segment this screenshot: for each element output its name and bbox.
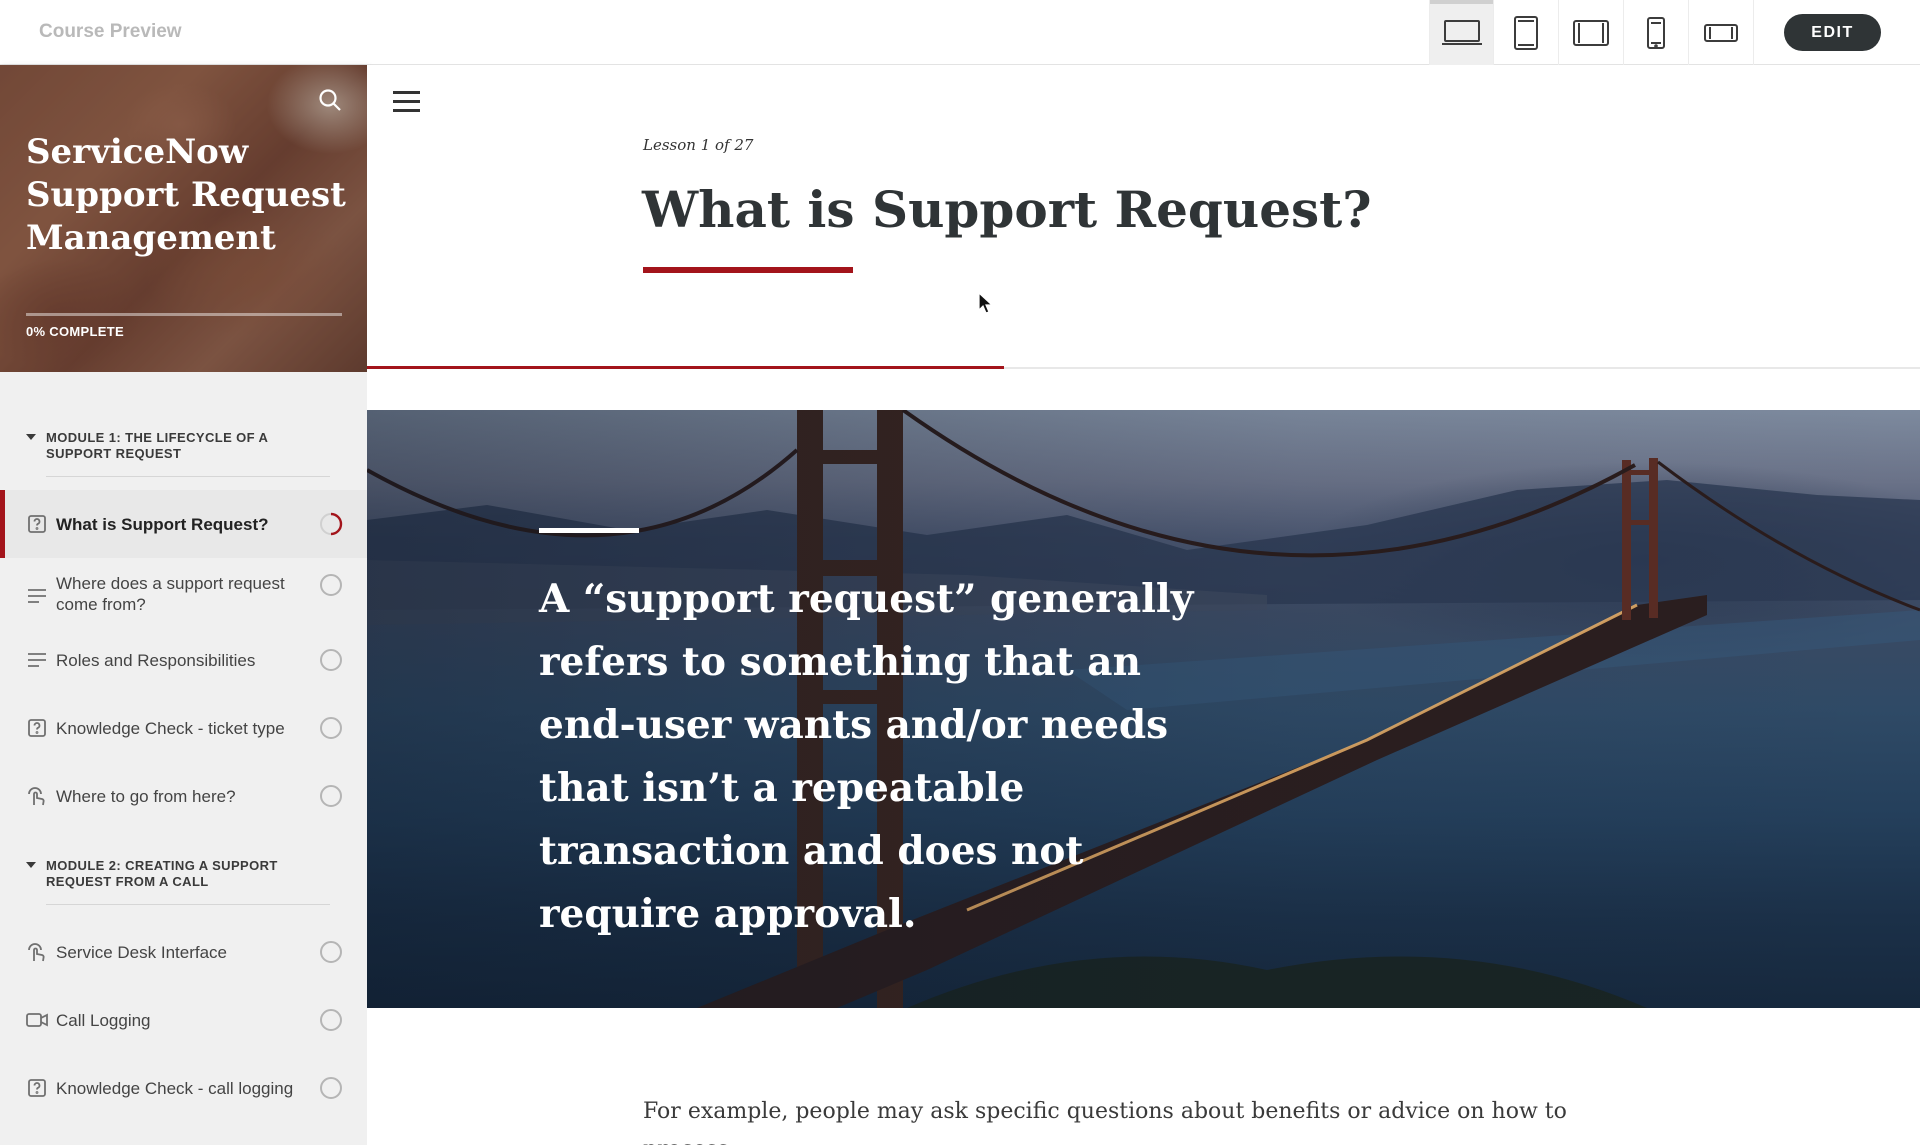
course-hero: ServiceNow Support Request Management 0%… xyxy=(0,65,367,372)
not-started-status-icon xyxy=(320,1077,342,1099)
phone-landscape-icon xyxy=(1704,23,1738,42)
course-progress-label: 0% COMPLETE xyxy=(26,324,124,339)
lesson-item-call-logging[interactable]: Call Logging xyxy=(0,986,367,1054)
not-started-status-icon xyxy=(320,649,342,671)
lesson-item-service-desk-interface[interactable]: Service Desk Interface xyxy=(0,918,367,986)
not-started-status-icon xyxy=(320,1009,342,1031)
edit-button[interactable]: EDIT xyxy=(1784,14,1881,51)
video-icon xyxy=(26,1009,48,1031)
tablet-icon xyxy=(1514,15,1538,50)
caret-down-icon xyxy=(26,434,36,440)
lesson-item-where-to-go-from-here[interactable]: Where to go from here? xyxy=(0,762,367,830)
preview-tablet-button[interactable] xyxy=(1494,0,1559,65)
course-outline: MODULE 1: THE LIFECYCLE OF A SUPPORT REQ… xyxy=(0,372,367,1122)
quiz-icon xyxy=(26,513,48,535)
preview-desktop-button[interactable] xyxy=(1429,0,1494,65)
text-lesson-icon xyxy=(26,585,48,607)
course-sidebar: ServiceNow Support Request Management 0%… xyxy=(0,65,367,1145)
tablet-landscape-icon xyxy=(1573,19,1609,46)
lesson-title: Knowledge Check - call logging xyxy=(56,1078,294,1098)
preview-tablet-landscape-button[interactable] xyxy=(1559,0,1624,65)
lesson-item-knowledge-check-ticket-type[interactable]: Knowledge Check - ticket type xyxy=(0,694,367,762)
device-preview-toolbar xyxy=(1429,0,1754,65)
lesson-title: Roles and Responsibilities xyxy=(56,650,256,670)
app-title: Course Preview xyxy=(39,21,182,42)
lesson-item-roles-and-responsibilities[interactable]: Roles and Responsibilities xyxy=(0,626,367,694)
not-started-status-icon xyxy=(320,574,342,596)
quote-rule xyxy=(539,528,639,533)
lesson-item-what-is-support-request[interactable]: What is Support Request? xyxy=(0,490,367,558)
preview-phone-landscape-button[interactable] xyxy=(1689,0,1754,65)
module-title: MODULE 1: THE LIFECYCLE OF A SUPPORT REQ… xyxy=(46,430,268,461)
lesson-title: Service Desk Interface xyxy=(56,942,228,962)
interactive-lesson-icon xyxy=(26,785,48,807)
interactive-lesson-icon xyxy=(26,941,48,963)
lesson-title: What is Support Request? xyxy=(56,514,269,534)
not-started-status-icon xyxy=(320,941,342,963)
text-lesson-icon xyxy=(26,649,48,671)
lesson-title: Knowledge Check - ticket type xyxy=(56,718,285,738)
course-title: ServiceNow Support Request Management xyxy=(26,132,346,258)
title-underline xyxy=(643,267,853,273)
module-header-2[interactable]: MODULE 2: CREATING A SUPPORT REQUEST FRO… xyxy=(0,858,367,890)
lesson-body-text: For example, people may ask specific que… xyxy=(643,1099,1567,1145)
not-started-status-icon xyxy=(320,785,342,807)
lesson-title: What is Support Request? xyxy=(642,180,1372,239)
hamburger-icon xyxy=(393,91,420,94)
lesson-title: Where to go from here? xyxy=(56,786,236,806)
course-progress-bar xyxy=(26,313,342,316)
lesson-item-knowledge-check-call-logging[interactable]: Knowledge Check - call logging xyxy=(0,1054,367,1122)
in-progress-status-icon xyxy=(320,512,343,536)
laptop-icon xyxy=(1441,19,1482,45)
lesson-content: Lesson 1 of 27 What is Support Request? xyxy=(367,65,1920,1145)
lesson-scroll-progress-fill xyxy=(367,366,1004,369)
quiz-icon xyxy=(26,717,48,739)
search-icon[interactable] xyxy=(317,87,343,113)
lesson-title: Where does a support request come from? xyxy=(56,574,285,614)
caret-down-icon xyxy=(26,862,36,868)
quote-banner: A “support request” generally refers to … xyxy=(367,410,1920,1008)
phone-icon xyxy=(1647,16,1665,49)
menu-toggle-button[interactable] xyxy=(393,91,423,115)
mouse-cursor-icon xyxy=(978,292,994,314)
lesson-counter: Lesson 1 of 27 xyxy=(643,136,754,154)
quiz-icon xyxy=(26,1077,48,1099)
preview-phone-button[interactable] xyxy=(1624,0,1689,65)
lesson-title: Call Logging xyxy=(56,1010,151,1030)
module-title: MODULE 2: CREATING A SUPPORT REQUEST FRO… xyxy=(46,858,278,889)
lesson-scroll-progress xyxy=(367,366,1920,369)
lesson-item-where-does-request-come-from[interactable]: Where does a support request come from? xyxy=(0,558,367,626)
not-started-status-icon xyxy=(320,717,342,739)
top-bar: Course Preview EDIT xyxy=(0,0,1920,65)
module-header-1[interactable]: MODULE 1: THE LIFECYCLE OF A SUPPORT REQ… xyxy=(0,430,367,462)
lesson-quote: A “support request” generally refers to … xyxy=(539,576,1194,937)
